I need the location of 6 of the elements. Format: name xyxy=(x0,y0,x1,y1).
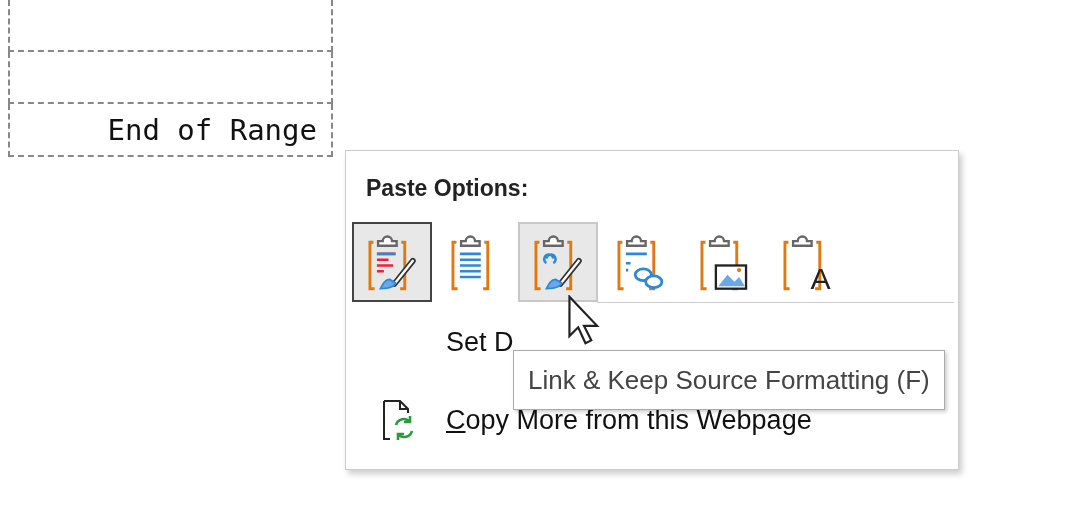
page-refresh-icon xyxy=(382,399,416,441)
tooltip: Link & Keep Source Formatting (F) xyxy=(513,350,945,410)
sheet-cell: End of Range xyxy=(8,104,333,157)
mouse-pointer-icon xyxy=(568,295,600,345)
section-title: Paste Options: xyxy=(366,175,529,202)
paste-option-button[interactable] xyxy=(352,222,432,302)
